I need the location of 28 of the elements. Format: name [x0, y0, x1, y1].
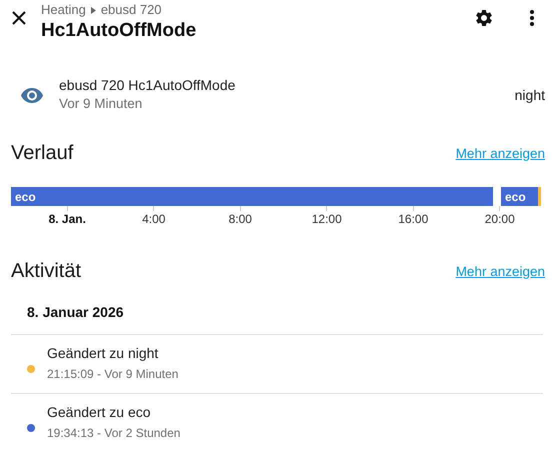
breadcrumb-item: ebusd 720	[100, 2, 162, 18]
entity-state: night	[514, 87, 545, 103]
close-icon	[12, 11, 26, 25]
section-heading: Aktivität	[11, 260, 82, 282]
show-more-link[interactable]: Mehr anzeigen	[456, 146, 545, 160]
entry-title: Geändert zu night	[47, 344, 160, 363]
axis-label: 8:00	[228, 212, 252, 226]
entity-name: ebusd 720 Hc1AutoOffMode	[59, 76, 236, 94]
timeline-segment: eco	[11, 187, 493, 206]
timeline-segment: eco	[501, 187, 538, 206]
axis-label: 12:00	[312, 212, 342, 226]
eye-icon	[21, 88, 43, 102]
date-heading: 8. Januar 2026	[11, 286, 543, 335]
axis-label: 8. Jan.	[48, 212, 86, 226]
caret-icon	[90, 7, 96, 14]
axis-label: 20:00	[484, 212, 515, 226]
axis-label: 16:00	[398, 212, 428, 226]
last-changed: Vor 9 Minuten	[59, 95, 144, 113]
entry-title: Geändert zu eco	[47, 403, 152, 422]
dialog-title: Hc1AutoOffMode	[41, 19, 198, 43]
more-icon	[530, 10, 534, 26]
show-more-link[interactable]: Mehr anzeigen	[456, 264, 545, 278]
entry-time: 21:15:09 - Vor 9 Minuten	[47, 366, 178, 383]
settings-icon	[474, 8, 494, 28]
entry-time: 19:34:13 - Vor 2 Stunden	[47, 425, 180, 442]
axis-label: 4:00	[142, 212, 166, 226]
breadcrumb-item: Heating	[41, 2, 86, 18]
section-heading: Verlauf	[11, 142, 74, 164]
